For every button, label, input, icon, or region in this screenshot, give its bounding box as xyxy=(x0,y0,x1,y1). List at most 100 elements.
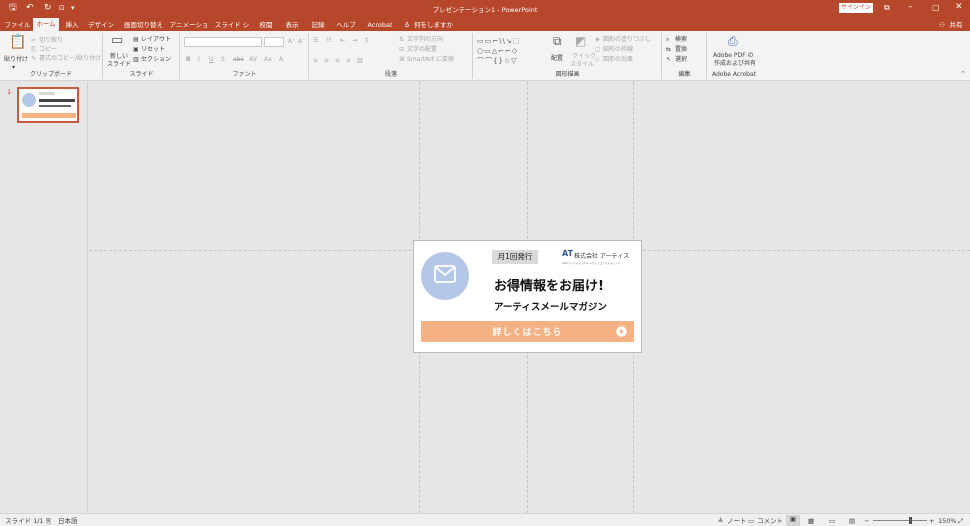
paste-icon[interactable]: 📋 xyxy=(9,35,26,49)
cut-button[interactable]: 切り取り xyxy=(39,37,63,45)
paste-button[interactable]: 貼り付け xyxy=(4,56,28,64)
tab-home[interactable]: ホーム xyxy=(33,18,59,31)
bullets-icon[interactable]: ☰ xyxy=(313,37,318,45)
share-button[interactable]: 共有 xyxy=(948,19,964,31)
strikethrough-icon[interactable]: abc xyxy=(233,56,244,64)
zoom-slider-thumb[interactable] xyxy=(909,517,913,524)
notes-button[interactable]: ノート xyxy=(727,517,747,525)
change-case-icon[interactable]: Aa xyxy=(264,56,272,64)
spellcheck-icon[interactable]: ⎘ xyxy=(46,517,51,525)
shape-effects-button[interactable]: 図形の効果 xyxy=(603,56,633,64)
italic-icon[interactable]: I xyxy=(198,56,200,64)
underline-icon[interactable]: U xyxy=(209,56,213,64)
tab-file[interactable]: ファイル xyxy=(3,19,32,31)
align-text-button[interactable]: 文字の配置 xyxy=(407,46,437,54)
tab-transitions[interactable]: 画面切り替え xyxy=(121,19,166,31)
line-spacing-icon[interactable]: ↕ xyxy=(364,37,369,45)
slide-sorter-icon[interactable]: ▦ xyxy=(808,517,814,525)
tab-insert[interactable]: 挿入 xyxy=(62,19,82,31)
replace-button[interactable]: 置換 xyxy=(675,46,687,54)
arrange-button[interactable]: 配置 xyxy=(551,55,563,63)
section-button[interactable]: セクション xyxy=(141,56,171,64)
clipboard-group-label: クリップボード xyxy=(29,71,72,78)
create-pdf-label-2[interactable]: 作成および共有 xyxy=(714,60,756,68)
thumbnail-headline xyxy=(39,99,75,102)
char-spacing-icon[interactable]: AV xyxy=(249,56,257,64)
thumbnail-number: 1 xyxy=(7,88,12,96)
justify-icon[interactable]: ≡ xyxy=(346,57,351,65)
new-slide-label-1[interactable]: 新しい xyxy=(110,53,128,61)
tab-record[interactable]: 記録 xyxy=(308,19,328,31)
tell-me-search[interactable]: 何をしますか xyxy=(414,19,454,31)
fit-slide-icon[interactable]: ⤢ xyxy=(958,517,963,525)
slide-thumbnail[interactable] xyxy=(17,87,79,123)
close-icon[interactable]: ✕ xyxy=(955,2,963,12)
convert-smartart-button[interactable]: SmartArt に変換 xyxy=(407,56,454,64)
tab-acrobat[interactable]: Acrobat xyxy=(363,19,397,31)
align-right-icon[interactable]: ≡ xyxy=(335,57,340,65)
shapes-gallery[interactable]: ▭▭⌐\\↘⬚ ○▭△⌐⌐◇ ⌒⌒{}☆▽ xyxy=(477,36,542,69)
text-direction-button[interactable]: 文字列の方向 xyxy=(407,36,443,44)
align-left-icon[interactable]: ≡ xyxy=(313,57,318,65)
zoom-in-icon[interactable]: + xyxy=(929,517,934,525)
minimize-icon[interactable]: – xyxy=(908,2,913,12)
zoom-slider[interactable] xyxy=(873,517,927,524)
thumbnail-circle xyxy=(22,93,36,107)
create-pdf-icon[interactable]: ⎙ xyxy=(728,35,738,47)
slide[interactable]: 月1回発行 AT 株式会社 アーティス Web マーケティング & デザイン コ… xyxy=(413,240,642,353)
format-painter-button[interactable]: 書式のコピー/貼り付け xyxy=(39,55,101,63)
shape-outline-button[interactable]: 図形の枠線 xyxy=(603,46,633,54)
create-pdf-label-1[interactable]: Adobe PDF の xyxy=(713,52,753,60)
layout-button[interactable]: レイアウト xyxy=(141,36,171,44)
increase-indent-icon[interactable]: ⇥ xyxy=(352,37,357,45)
tab-animations[interactable]: アニメーション xyxy=(169,19,209,41)
normal-view-icon[interactable]: ▣ xyxy=(786,515,800,526)
cta-banner[interactable]: 詳しくはこちら xyxy=(421,321,634,342)
language-indicator[interactable]: 日本語 xyxy=(58,517,78,525)
smartart-icon: ⌘ xyxy=(399,56,405,63)
slides-group: ▭ 新しい スライド ▤ レイアウト ▣ リセット ▥ セクション スライド xyxy=(104,33,180,79)
reading-view-icon[interactable]: ▭ xyxy=(829,517,835,525)
comments-button[interactable]: コメント xyxy=(757,517,783,525)
signin-button[interactable]: サインイン xyxy=(839,3,873,13)
comments-icon: ▭ xyxy=(748,517,755,525)
slideshow-view-icon[interactable]: ▤ xyxy=(849,517,855,525)
quick-styles-icon[interactable]: ◩ xyxy=(575,35,586,47)
tab-review[interactable]: 校閲 xyxy=(256,19,276,31)
copy-button[interactable]: コピー xyxy=(39,46,57,54)
align-center-icon[interactable]: ≡ xyxy=(324,57,329,65)
find-button[interactable]: 検索 xyxy=(675,36,687,44)
grow-font-icon[interactable]: A⁺ xyxy=(288,38,295,46)
acrobat-group-label: Adobe Acrobat xyxy=(711,71,757,78)
arrange-icon[interactable]: ⧉ xyxy=(553,35,562,47)
font-size-select[interactable] xyxy=(264,37,284,47)
collapse-ribbon-icon[interactable]: ⌃ xyxy=(960,70,966,78)
quick-styles-label-1[interactable]: クイック xyxy=(572,53,596,61)
shape-fill-button[interactable]: 図形の塗りつぶし xyxy=(603,36,651,44)
tab-view[interactable]: 表示 xyxy=(282,19,302,31)
zoom-level[interactable]: 150% xyxy=(938,517,957,525)
new-slide-label-2[interactable]: スライド xyxy=(107,61,131,69)
decrease-indent-icon[interactable]: ⇤ xyxy=(340,37,345,45)
columns-icon[interactable]: ▥ xyxy=(357,57,363,65)
shrink-font-icon[interactable]: A⁻ xyxy=(298,38,305,46)
font-color-icon[interactable]: A xyxy=(279,56,283,64)
slide-editing-area[interactable]: 月1回発行 AT 株式会社 アーティス Web マーケティング & デザイン コ… xyxy=(89,82,970,513)
font-name-select[interactable] xyxy=(184,37,262,47)
thumbnail-cta xyxy=(22,113,76,118)
maximize-icon[interactable]: ▢ xyxy=(932,3,940,12)
select-button[interactable]: 選択 xyxy=(675,56,687,64)
clipboard-group: 📋 貼り付け ▾ ✂ 切り取り ⎘ コピー ✎ 書式のコピー/貼り付け クリップ… xyxy=(0,33,103,79)
numbering-icon[interactable]: ☷ xyxy=(326,37,331,45)
zoom-out-icon[interactable]: − xyxy=(864,517,869,525)
reset-button[interactable]: リセット xyxy=(141,46,165,54)
quick-styles-label-2[interactable]: スタイル xyxy=(570,61,594,69)
ribbon-display-options-icon[interactable]: ⧉ xyxy=(884,3,890,13)
tab-design[interactable]: デザイン xyxy=(86,19,116,31)
slide-headline: お得情報をお届け! xyxy=(494,279,604,294)
shadow-icon[interactable]: S xyxy=(221,56,225,64)
tab-help[interactable]: ヘルプ xyxy=(334,19,358,31)
new-slide-icon[interactable]: ▭ xyxy=(111,34,123,47)
bold-icon[interactable]: B xyxy=(186,56,191,64)
tab-slideshow[interactable]: スライド ショー xyxy=(212,19,252,41)
